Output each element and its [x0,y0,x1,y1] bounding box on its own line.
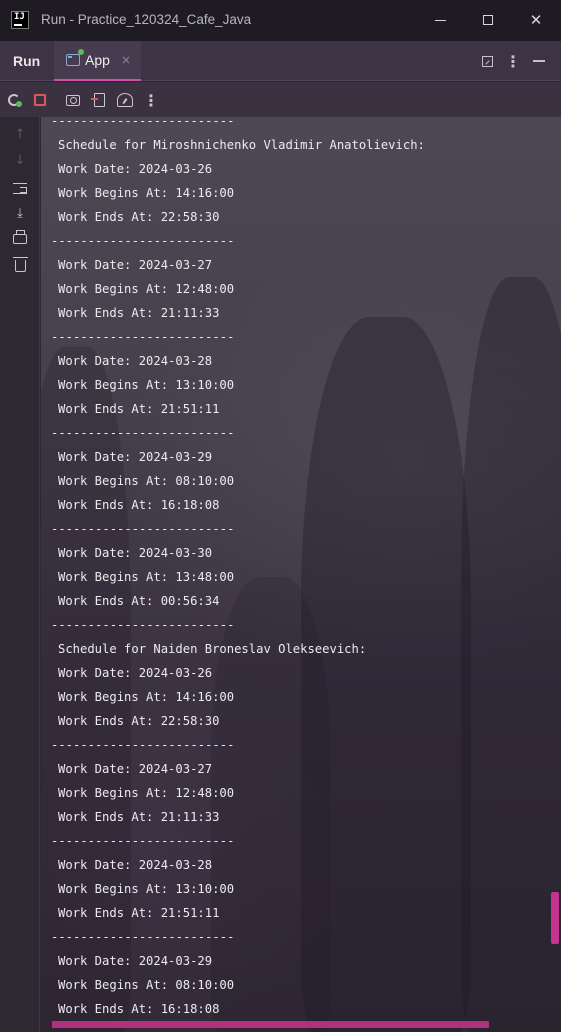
console-text-line: Work Date: 2024-03-27 [58,762,213,776]
console-text-line: Work Ends At: 21:11:33 [58,810,220,824]
print-icon[interactable] [11,230,29,248]
console-text-line: Work Date: 2024-03-29 [58,954,213,968]
console-separator-line: ------------------------- [51,426,235,440]
camera-icon[interactable] [64,91,82,109]
console-text-line: Work Begins At: 13:10:00 [58,882,235,896]
console-text-line: Schedule for Naiden Broneslav Olekseevic… [58,642,367,656]
trash-icon[interactable] [11,255,29,273]
window-titlebar: IJ Run - Practice_120324_Cafe_Java ✕ [0,0,561,41]
console-text-line: Work Ends At: 21:51:11 [58,906,220,920]
tab-app[interactable]: App × [54,41,141,81]
console-separator-line: ------------------------- [51,234,235,248]
arrow-down-icon[interactable]: ↓ [11,151,29,169]
console-text-line: Work Date: 2024-03-26 [58,162,213,176]
console-text-line: Work Begins At: 12:48:00 [58,786,235,800]
console-separator-line: ------------------------- [51,834,235,848]
console-text-line: Work Date: 2024-03-27 [58,258,213,272]
application-icon [66,49,84,66]
console-separator-line: ------------------------- [51,330,235,344]
console-text-line: Work Ends At: 22:58:30 [58,210,220,224]
horizontal-scrollbar[interactable] [52,1021,489,1028]
rerun-icon[interactable] [5,91,23,109]
console-text-line: Work Ends At: 21:51:11 [58,402,220,416]
tab-close-icon[interactable]: × [121,53,131,67]
console-gutter: ↑ ↓ ⤓ [0,117,40,1032]
console-separator-line: ------------------------- [51,522,235,536]
console-text-line: Work Date: 2024-03-29 [58,450,213,464]
more-options-icon[interactable]: ⋮ [142,91,160,110]
console-lines: ------------------------- Schedule for Mi… [51,117,551,1021]
console-text-line: Work Begins At: 14:16:00 [58,186,235,200]
console-separator-line: ------------------------- [51,618,235,632]
scroll-to-end-icon[interactable]: ⤓ [11,204,29,222]
console-text-line: Work Date: 2024-03-28 [58,354,213,368]
profiler-gauge-icon[interactable] [116,91,134,109]
console-text-line: Work Date: 2024-03-28 [58,858,213,872]
soft-wrap-icon[interactable] [11,179,29,197]
console-text-line: Schedule for Miroshnichenko Vladimir Ana… [58,138,425,152]
run-tool-window-title: Run [13,53,41,69]
run-tool-window-header: Run App × ⋮ [0,41,561,81]
console-separator-line: ------------------------- [51,738,235,752]
console-text-line: Work Date: 2024-03-26 [58,666,213,680]
console-text-line: Work Begins At: 08:10:00 [58,978,235,992]
console-text-line: Work Ends At: 00:56:34 [58,594,220,608]
console-text-line: Work Ends At: 16:18:08 [58,498,220,512]
console-text-line: Work Begins At: 13:10:00 [58,378,235,392]
console-text-line: Work Begins At: 13:48:00 [58,570,235,584]
close-icon[interactable]: ✕ [524,8,548,32]
console-text-line: Work Begins At: 08:10:00 [58,474,235,488]
console-text-line: Work Ends At: 21:11:33 [58,306,220,320]
maximize-icon[interactable] [476,8,500,32]
console-text-line: Work Begins At: 14:16:00 [58,690,235,704]
exit-icon[interactable] [90,91,108,109]
console-text-line: Work Ends At: 22:58:30 [58,714,220,728]
arrow-up-icon[interactable]: ↑ [11,125,29,143]
stop-icon[interactable] [31,91,49,109]
run-toolbar: ⋮ [0,82,561,117]
console-text-line: Work Ends At: 16:18:08 [58,1002,220,1016]
hide-panel-icon[interactable] [530,52,548,70]
minimize-icon[interactable] [428,8,452,32]
tab-app-label: App [85,52,110,68]
console-output[interactable]: ------------------------- Schedule for Mi… [41,117,561,1032]
more-options-icon[interactable]: ⋮ [504,52,522,71]
window-title: Run - Practice_120324_Cafe_Java [41,12,252,27]
intellij-logo-icon: IJ [11,11,29,29]
console-separator-line: ------------------------- [51,930,235,944]
console-text-line: Work Date: 2024-03-30 [58,546,213,560]
console-text-line: Work Begins At: 12:48:00 [58,282,235,296]
console-separator-line: ------------------------- [51,117,235,128]
vertical-scrollbar[interactable] [551,892,559,944]
restore-layout-icon[interactable] [478,52,496,70]
